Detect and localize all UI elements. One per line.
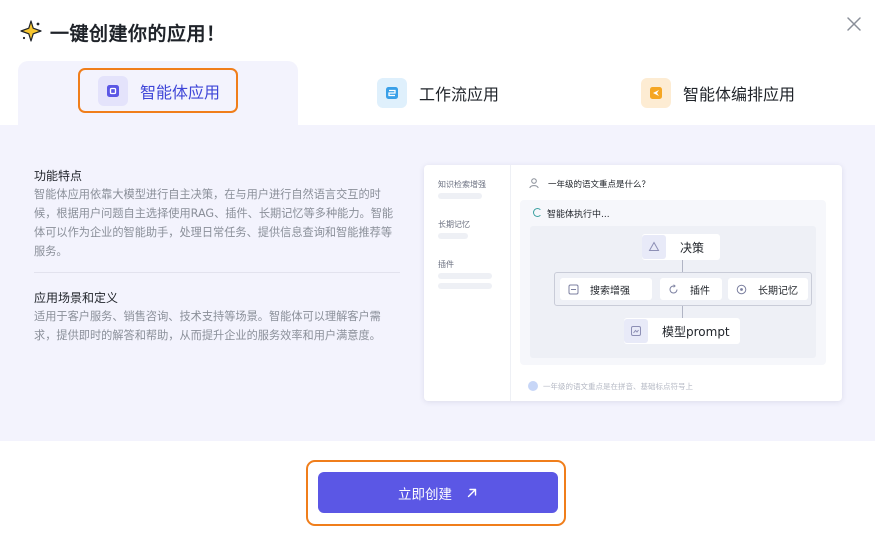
preview-answer: 一年级的语文重点是在拼音、基础标点符号上 [543, 382, 693, 391]
dialog-title: 一键创建你的应用！ [50, 23, 226, 45]
preview-placeholder-bar [438, 193, 482, 199]
preview-question: 一年级的语文重点是什么？ [548, 180, 651, 190]
agent-execution-panel: 智能体执行中... 决策 搜索增强 插件 长期记忆 模型prompt [520, 200, 826, 365]
node-label: 长期记忆 [758, 285, 798, 297]
model-prompt-node: 模型prompt [624, 318, 740, 344]
workflow-app-icon [377, 78, 407, 108]
preview-placeholder-bar [438, 283, 492, 289]
preview-sidebar-divider [510, 165, 511, 401]
preview-sidebar-item: 插件 [438, 260, 454, 269]
dialog-header: 一键创建你的应用！ [0, 0, 875, 60]
tab-label: 智能体编排应用 [683, 85, 796, 104]
arrow-up-right-icon [467, 488, 477, 497]
node-label: 搜索增强 [590, 285, 630, 297]
tab-label: 智能体应用 [140, 82, 221, 102]
tab-content-panel: 功能特点 智能体应用依靠大模型进行自主决策，在与用户进行自然语言交互的时候，根据… [0, 125, 875, 441]
close-icon[interactable] [844, 14, 864, 34]
sparkle-icon [20, 20, 42, 42]
loading-spinner-icon [533, 208, 542, 217]
memory-icon [734, 282, 748, 296]
node-label: 插件 [690, 285, 710, 297]
node-label: 模型prompt [662, 324, 730, 339]
app-type-tabs: 智能体应用 工作流应用 智能体编排应用 [0, 61, 875, 125]
preview-placeholder-bar [438, 273, 492, 279]
user-icon [529, 178, 539, 189]
answer-avatar-icon [528, 381, 538, 391]
preview-sidebar-item: 长期记忆 [438, 220, 470, 229]
scenarios-title: 应用场景和定义 [34, 291, 119, 305]
preview-sidebar-item: 知识检索增强 [438, 180, 486, 189]
tab-orchestration-app[interactable]: 智能体编排应用 [641, 61, 795, 125]
plugin-icon [666, 282, 680, 296]
memory-node: 长期记忆 [728, 278, 808, 300]
flow-connector [682, 306, 683, 318]
flow-diagram: 决策 搜索增强 插件 长期记忆 模型prompt [530, 226, 816, 358]
tab-workflow-app[interactable]: 工作流应用 [377, 61, 499, 125]
preview-placeholder-bar [438, 233, 468, 239]
orchestration-app-icon [641, 78, 671, 108]
scenarios-description: 适用于客户服务、销售咨询、技术支持等场景。智能体可以理解客户需求，提供即时的解答… [34, 310, 381, 342]
features-title: 功能特点 [34, 169, 83, 183]
tab-label: 工作流应用 [419, 85, 500, 104]
create-button-highlight: 立即创建 [306, 460, 566, 526]
search-node: 搜索增强 [560, 278, 652, 300]
features-description: 智能体应用依靠大模型进行自主决策，在与用户进行自然语言交互的时候，根据用户问题自… [34, 188, 394, 258]
create-button-label: 立即创建 [398, 486, 452, 503]
flow-connector [682, 260, 683, 272]
tab-agent-app[interactable]: 智能体应用 [78, 68, 239, 113]
model-prompt-icon [624, 319, 648, 343]
decision-node: 决策 [642, 234, 720, 260]
agent-app-icon [98, 75, 128, 106]
execution-status: 智能体执行中... [547, 210, 610, 220]
create-now-button[interactable]: 立即创建 [318, 472, 558, 513]
decision-icon [642, 235, 666, 259]
agent-preview-illustration: 知识检索增强 长期记忆 插件 一年级的语文重点是什么？ 智能体执行中... 决策 [424, 165, 842, 401]
node-label: 决策 [680, 240, 705, 255]
section-divider [34, 272, 400, 273]
search-enhance-icon [566, 282, 580, 296]
plugin-node: 插件 [660, 278, 722, 300]
